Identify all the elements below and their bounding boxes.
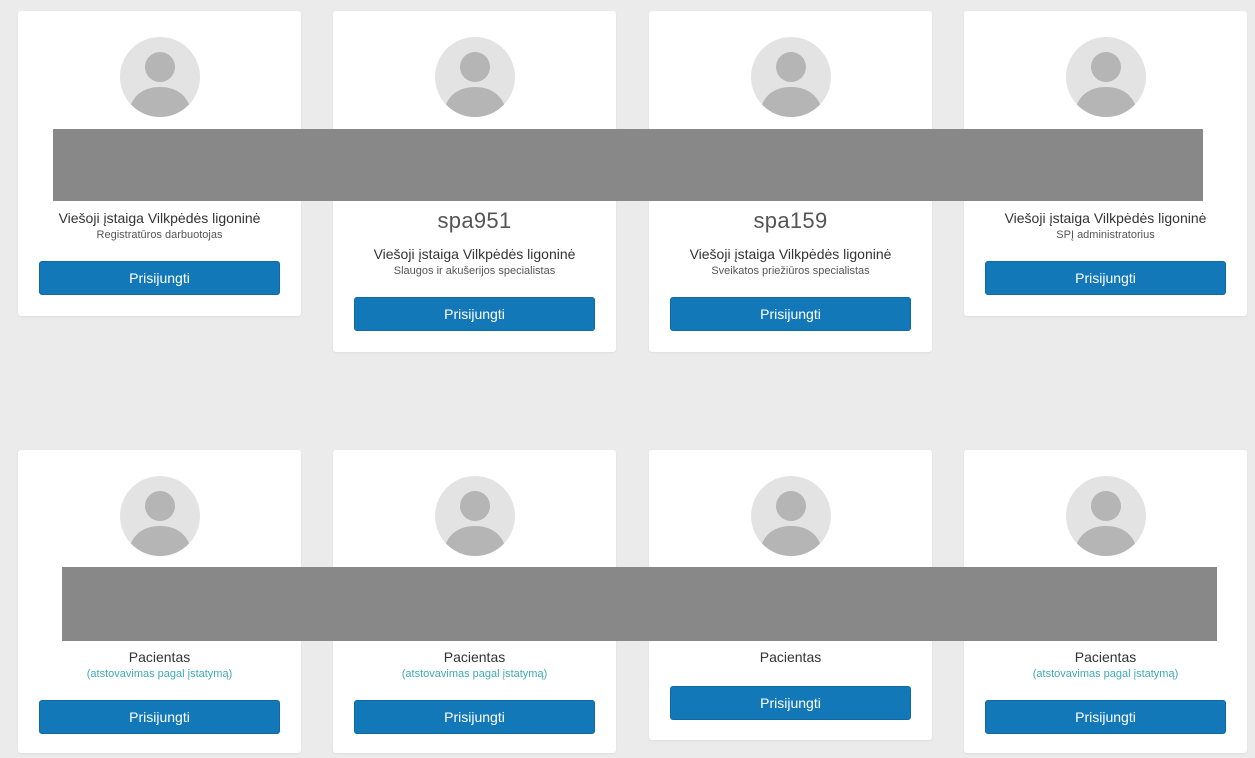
login-button[interactable]: Prisijungti <box>354 297 595 331</box>
user-role: Registratūros darbuotojas <box>96 229 223 241</box>
redaction-bar <box>53 129 1203 201</box>
login-button[interactable]: Prisijungti <box>354 700 595 734</box>
username: spa951 <box>437 208 512 233</box>
login-button[interactable]: Prisijungti <box>670 297 911 331</box>
representation-note: (atstovavimas pagal įstatymą) <box>1032 668 1179 680</box>
user-avatar-icon <box>1065 37 1146 117</box>
user-avatar-icon <box>750 37 831 117</box>
organization-name: Viešoji įstaiga Vilkpėdės ligoninė <box>689 246 892 262</box>
redaction-bar <box>62 567 1217 641</box>
user-avatar-icon <box>434 476 515 556</box>
user-avatar-icon <box>434 37 515 117</box>
user-avatar-icon <box>119 476 200 556</box>
representation-note: (atstovavimas pagal įstatymą) <box>86 668 233 680</box>
organization-name: Viešoji įstaiga Vilkpėdės ligoninė <box>1004 210 1207 226</box>
organization-name: Viešoji įstaiga Vilkpėdės ligoninė <box>373 246 576 262</box>
user-avatar-icon <box>1065 476 1146 556</box>
patient-label: Pacientas <box>1074 649 1137 665</box>
login-button[interactable]: Prisijungti <box>39 700 280 734</box>
username: spa159 <box>753 208 828 233</box>
login-button[interactable]: Prisijungti <box>985 261 1226 295</box>
user-role: Sveikatos priežiūros specialistas <box>711 265 870 277</box>
user-role: Slaugos ir akušerijos specialistas <box>393 265 556 277</box>
organization-name: Viešoji įstaiga Vilkpėdės ligoninė <box>58 210 261 226</box>
login-button[interactable]: Prisijungti <box>985 700 1226 734</box>
user-role: SPĮ administratorius <box>1056 229 1155 241</box>
patient-label: Pacientas <box>128 649 191 665</box>
login-button[interactable]: Prisijungti <box>670 686 911 720</box>
patient-label: Pacientas <box>443 649 506 665</box>
representation-note: (atstovavimas pagal įstatymą) <box>401 668 548 680</box>
login-button[interactable]: Prisijungti <box>39 261 280 295</box>
patient-label: Pacientas <box>759 649 822 665</box>
user-avatar-icon <box>119 37 200 117</box>
user-avatar-icon <box>750 476 831 556</box>
